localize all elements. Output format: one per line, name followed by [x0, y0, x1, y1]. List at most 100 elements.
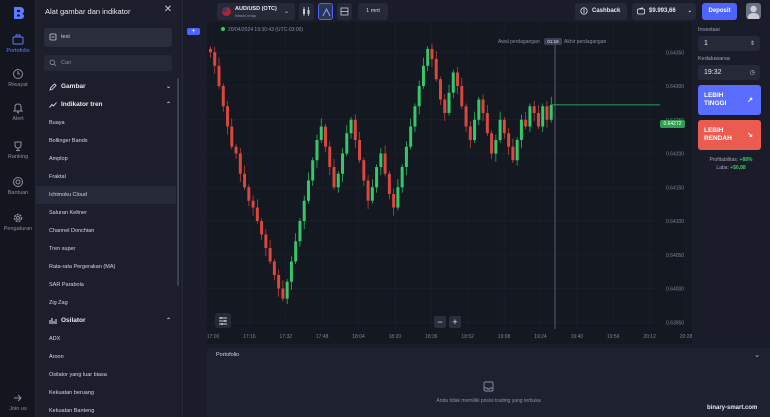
candle-body — [255, 207, 259, 221]
candle-body — [502, 119, 506, 134]
profitability-value: +88% — [739, 157, 753, 163]
search-input[interactable] — [61, 58, 161, 68]
list-item[interactable]: Bollinger Bands — [36, 132, 176, 150]
section-oscillator[interactable]: Osilator ⌃ — [49, 315, 171, 327]
lower-button[interactable]: LEBIH RENDAH ↘ — [698, 120, 761, 150]
drawing-tools-button[interactable] — [318, 3, 333, 20]
chart-canvas[interactable]: 0.643500.643000.642500.642000.641500.641… — [207, 22, 692, 344]
candle-body — [247, 187, 251, 201]
list-item[interactable]: Tren super — [36, 240, 176, 258]
history-icon — [13, 69, 23, 79]
candle-body — [490, 133, 494, 154]
chevron-down-icon: ⌄ — [165, 84, 171, 90]
x-tick-label: 18:52 — [461, 334, 474, 340]
list-item[interactable]: Channel Donchian — [36, 222, 176, 240]
candle-body — [243, 173, 247, 188]
search-icon — [49, 59, 57, 67]
y-tick-label: 0.64000 — [666, 287, 684, 293]
list-item[interactable]: Kekuatan beruang — [36, 384, 176, 402]
chevron-down-icon[interactable]: ⌄ — [754, 351, 760, 359]
rail-item-help[interactable]: Bantuan — [0, 176, 36, 196]
template-item[interactable]: test — [44, 28, 172, 47]
rail-item-portfolio[interactable]: Portofolio — [0, 34, 36, 54]
rail-item-settings[interactable]: Pengaturan — [0, 212, 36, 232]
layout-icon — [340, 7, 349, 16]
candle-body — [370, 187, 374, 201]
deposit-button[interactable]: Deposit — [702, 3, 737, 20]
list-item[interactable]: Amplop — [36, 150, 176, 168]
candle-type-button[interactable] — [299, 3, 314, 20]
candle-body — [230, 126, 234, 147]
candle-body — [447, 92, 451, 113]
flag-icon — [222, 7, 231, 16]
empty-portfolio-text: Anda tidak memiliki posisi trading yang … — [436, 398, 541, 404]
zoom-in-button[interactable]: + — [449, 316, 461, 328]
search-field[interactable] — [44, 55, 172, 71]
candle-body — [430, 48, 434, 59]
add-template-button[interactable]: + — [187, 28, 200, 35]
list-item[interactable]: Fraktal — [36, 168, 176, 186]
zoom-out-button[interactable]: − — [434, 316, 446, 328]
list-item[interactable]: Osilator yang luar biasa — [36, 366, 176, 384]
investment-field[interactable]: 1 ⇕ — [698, 36, 760, 51]
candle-body — [251, 200, 255, 208]
list-item[interactable]: Buaya — [36, 114, 176, 132]
list-item-selected[interactable]: Ichimoku Cloud — [36, 186, 176, 204]
expiry-label: Kedaluwarsa — [698, 56, 730, 62]
candle-body — [353, 119, 357, 140]
x-tick-label: 18:20 — [389, 334, 402, 340]
balance-selector[interactable]: $9.993,66 ⌄ — [632, 3, 696, 20]
price-chart[interactable]: 0.643500.643000.642500.642000.641500.641… — [207, 22, 692, 344]
clock-icon[interactable]: ◷ — [750, 69, 755, 76]
close-icon[interactable]: ✕ — [162, 4, 174, 16]
rail-item-label: Alert — [12, 116, 24, 122]
stepper-icon[interactable]: ⇕ — [750, 40, 755, 47]
list-item[interactable]: SAR Parabola — [36, 276, 176, 294]
trade-end-label: Akhir perdagangan — [564, 39, 607, 45]
candle-body — [536, 113, 540, 127]
candle-body — [456, 72, 460, 86]
candle-body — [285, 281, 289, 299]
oscillator-list: ADX Aroon Osilator yang luar biasa Kekua… — [36, 330, 176, 417]
candle-body — [272, 261, 276, 275]
higher-button[interactable]: LEBIH TINGGI ↗ — [698, 85, 761, 115]
list-item[interactable]: ADX — [36, 330, 176, 348]
candle-body — [387, 173, 391, 194]
candle-body — [213, 52, 217, 66]
list-item[interactable]: Rata-rata Pergerakan (MA) — [36, 258, 176, 276]
join-icon — [14, 394, 22, 402]
section-trend[interactable]: Indikator tren ⌃ — [49, 99, 171, 111]
list-item[interactable]: Saluran Keltner — [36, 204, 176, 222]
app-root: Portofolio Riwayat Alert Ranking Bantuan… — [0, 0, 770, 417]
candle-body — [468, 126, 472, 140]
profitability-label: Profitabilitas: — [709, 157, 739, 163]
avatar[interactable] — [746, 3, 761, 19]
timeframe-button[interactable]: 1 mnt — [358, 3, 388, 20]
rail-item-join-us[interactable]: Join us — [0, 392, 36, 412]
cashback-button[interactable]: Cashback — [575, 3, 627, 20]
x-tick-label: 19:56 — [607, 334, 620, 340]
portfolio-icon — [12, 34, 24, 45]
candle-body — [443, 99, 447, 113]
candle-body — [404, 146, 408, 167]
section-drawing[interactable]: Gambar ⌄ — [49, 81, 171, 93]
pencil-icon — [49, 83, 57, 91]
asset-selector[interactable]: AUD/USD (OTC) Waktu tetap ⌄ — [217, 3, 295, 20]
oscillator-icon — [49, 318, 57, 324]
candle-body — [413, 106, 417, 127]
candle-body — [409, 126, 413, 147]
layout-button[interactable] — [337, 3, 352, 20]
logo-icon — [14, 7, 24, 19]
expiry-field[interactable]: 19:32 ◷ — [698, 65, 760, 80]
candle-body — [336, 173, 340, 188]
panel-scrollbar[interactable] — [177, 78, 179, 286]
list-item[interactable]: Kekuatan Banteng — [36, 402, 176, 417]
list-item[interactable]: Aroon — [36, 348, 176, 366]
left-rail: Portofolio Riwayat Alert Ranking Bantuan… — [0, 0, 36, 417]
indicators-button[interactable] — [215, 313, 231, 328]
list-item[interactable]: Zig Zag — [36, 294, 176, 312]
candle-body — [221, 86, 225, 107]
rail-item-history[interactable]: Riwayat — [0, 68, 36, 88]
rail-item-alert[interactable]: Alert — [0, 102, 36, 122]
rail-item-ranking[interactable]: Ranking — [0, 140, 36, 160]
